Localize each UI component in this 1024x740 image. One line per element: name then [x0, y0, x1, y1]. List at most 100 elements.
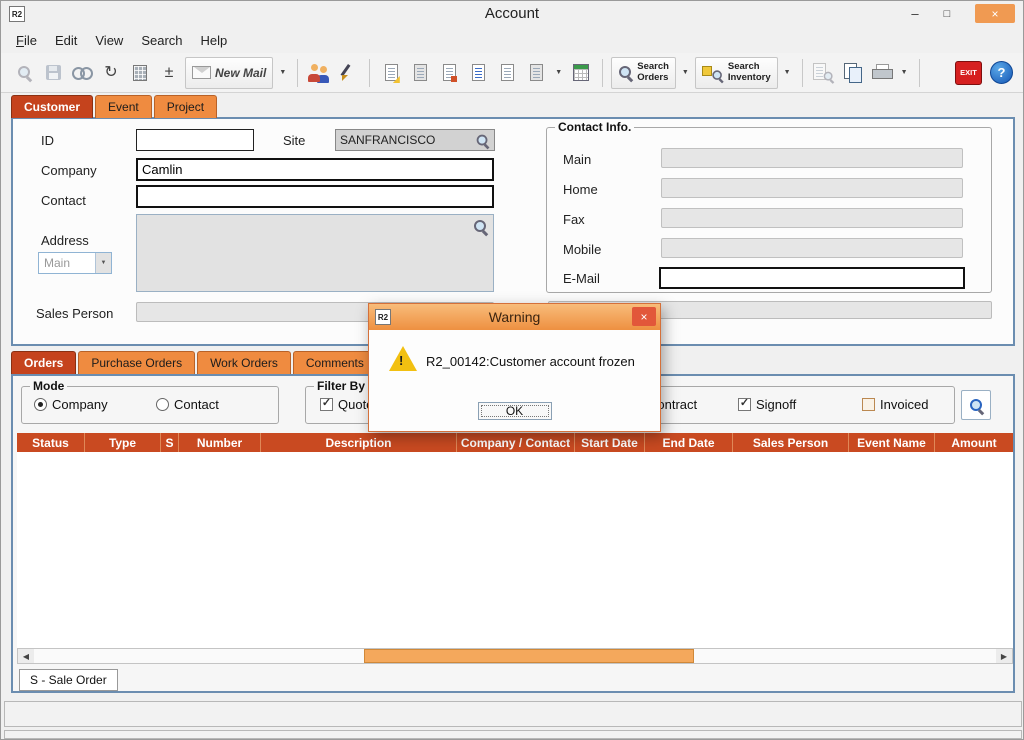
mode-contact-radio[interactable]: Contact: [156, 397, 219, 412]
minimize-button[interactable]: –: [903, 4, 927, 23]
site-button[interactable]: [127, 58, 153, 88]
scroll-left-icon[interactable]: ◀: [18, 649, 34, 663]
filter-signoff-checkbox[interactable]: ✓ Signoff: [738, 397, 796, 412]
advanced-search-button[interactable]: [961, 390, 991, 420]
search-inventory-dropdown-icon[interactable]: ▼: [781, 69, 794, 76]
column-header-event-name[interactable]: Event Name: [849, 433, 935, 452]
spreadsheet-icon: [573, 64, 589, 81]
column-header-status[interactable]: Status: [17, 433, 85, 452]
email-input[interactable]: [659, 267, 965, 289]
fax-label: Fax: [563, 212, 585, 227]
site-lookup-icon[interactable]: [476, 133, 490, 147]
import-button[interactable]: [523, 58, 549, 88]
column-header-start-date[interactable]: Start Date: [575, 433, 645, 452]
search-orders-dropdown-icon[interactable]: ▼: [679, 69, 692, 76]
column-header-sales-person[interactable]: Sales Person: [733, 433, 849, 452]
id-input[interactable]: [136, 129, 254, 151]
tab-purchase-orders[interactable]: Purchase Orders: [78, 351, 195, 374]
column-header-end-date[interactable]: End Date: [645, 433, 733, 452]
column-header-s[interactable]: S: [161, 433, 179, 452]
search-inventory-button[interactable]: Search Inventory: [695, 57, 778, 89]
toolbar-separator: [369, 59, 370, 87]
save-icon: [46, 65, 61, 80]
checkbox-icon: ✓: [738, 398, 751, 411]
tab-comments[interactable]: Comments: [293, 351, 377, 374]
orders-table-header: Status Type S Number Description Company…: [17, 433, 1013, 452]
preview-doc-icon: [813, 63, 834, 82]
address-box[interactable]: [136, 214, 494, 292]
column-header-amount[interactable]: Amount: [935, 433, 1013, 452]
warning-dialog: R2 Warning × ! R2_00142:Customer account…: [368, 303, 661, 432]
find-button: [11, 58, 37, 88]
inventory-search-icon: [702, 63, 724, 82]
scrollbar-track[interactable]: [34, 649, 996, 663]
tab-work-orders[interactable]: Work Orders: [197, 351, 291, 374]
preview-button: [811, 58, 837, 88]
print-button[interactable]: [869, 58, 895, 88]
site-field[interactable]: SANFRANCISCO: [335, 129, 495, 151]
contact-info-group: Contact Info. Main Home Fax Mobile E-Mai…: [546, 127, 992, 293]
maximize-button[interactable]: □: [935, 4, 959, 23]
main-phone-label: Main: [563, 152, 591, 167]
new-doc-icon: [501, 64, 514, 81]
search-orders-button[interactable]: Search Orders: [611, 57, 676, 89]
menu-item-edit[interactable]: Edit: [46, 29, 86, 52]
open-doc-button[interactable]: [407, 58, 433, 88]
close-button[interactable]: ×: [975, 4, 1015, 23]
company-input[interactable]: [136, 158, 494, 181]
refresh-button[interactable]: ↻: [98, 58, 124, 88]
column-header-description[interactable]: Description: [261, 433, 457, 452]
address-lookup-icon[interactable]: [473, 219, 488, 234]
contacts-button[interactable]: [306, 58, 332, 88]
column-header-type[interactable]: Type: [85, 433, 161, 452]
email-label: E-Mail: [563, 271, 600, 286]
column-header-company-contact[interactable]: Company / Contact: [457, 433, 575, 452]
scroll-right-icon[interactable]: ▶: [996, 649, 1012, 663]
ok-button[interactable]: OK: [478, 402, 552, 420]
dialog-title-bar[interactable]: R2 Warning ×: [369, 304, 660, 330]
tab-project[interactable]: Project: [154, 95, 217, 118]
documents-dropdown-icon[interactable]: ▼: [552, 69, 565, 76]
title-bar[interactable]: R2 Account – □ ×: [1, 1, 1023, 27]
dialog-close-button[interactable]: ×: [632, 307, 656, 326]
print-dropdown-icon[interactable]: ▼: [898, 69, 911, 76]
notes-button[interactable]: [465, 58, 491, 88]
column-header-number[interactable]: Number: [179, 433, 261, 452]
site-label: Site: [283, 133, 305, 148]
link-icon: [72, 66, 92, 79]
scrollbar-thumb[interactable]: [364, 649, 694, 663]
tab-event[interactable]: Event: [95, 95, 152, 118]
contact-input[interactable]: [136, 185, 494, 208]
report-button[interactable]: [436, 58, 462, 88]
status-bar-lower: [4, 730, 1022, 739]
chevron-down-icon[interactable]: ▼: [95, 253, 111, 273]
copy-button[interactable]: [840, 58, 866, 88]
filter-invoiced-label: Invoiced: [880, 397, 928, 412]
save-button: [40, 58, 66, 88]
new-mail-dropdown-icon[interactable]: ▼: [276, 69, 289, 76]
horizontal-scrollbar[interactable]: ◀ ▶: [17, 648, 1013, 664]
orders-table-body[interactable]: [17, 452, 1013, 648]
export-button[interactable]: [378, 58, 404, 88]
filter-quote-checkbox[interactable]: ✓ Quote: [320, 397, 373, 412]
mode-company-radio[interactable]: Company: [34, 397, 108, 412]
address-type-select[interactable]: Main ▼: [38, 252, 112, 274]
adjust-button[interactable]: ±: [156, 58, 182, 88]
menu-item-file[interactable]: File: [7, 29, 46, 52]
menu-item-view[interactable]: View: [86, 29, 132, 52]
search-icon: [17, 65, 32, 80]
tab-customer[interactable]: Customer: [11, 95, 93, 118]
filter-invoiced-checkbox[interactable]: Invoiced: [862, 397, 928, 412]
menu-item-help[interactable]: Help: [192, 29, 237, 52]
menu-item-search[interactable]: Search: [132, 29, 191, 52]
building-icon: [133, 65, 147, 81]
spreadsheet-button[interactable]: [568, 58, 594, 88]
new-mail-button[interactable]: New Mail: [185, 57, 273, 89]
link-button[interactable]: [69, 58, 95, 88]
new-doc-button[interactable]: [494, 58, 520, 88]
tab-orders[interactable]: Orders: [11, 351, 76, 374]
filter-signoff-label: Signoff: [756, 397, 796, 412]
help-button[interactable]: ?: [990, 61, 1013, 84]
exit-button[interactable]: EXIT: [955, 61, 982, 85]
signature-button[interactable]: [335, 58, 361, 88]
